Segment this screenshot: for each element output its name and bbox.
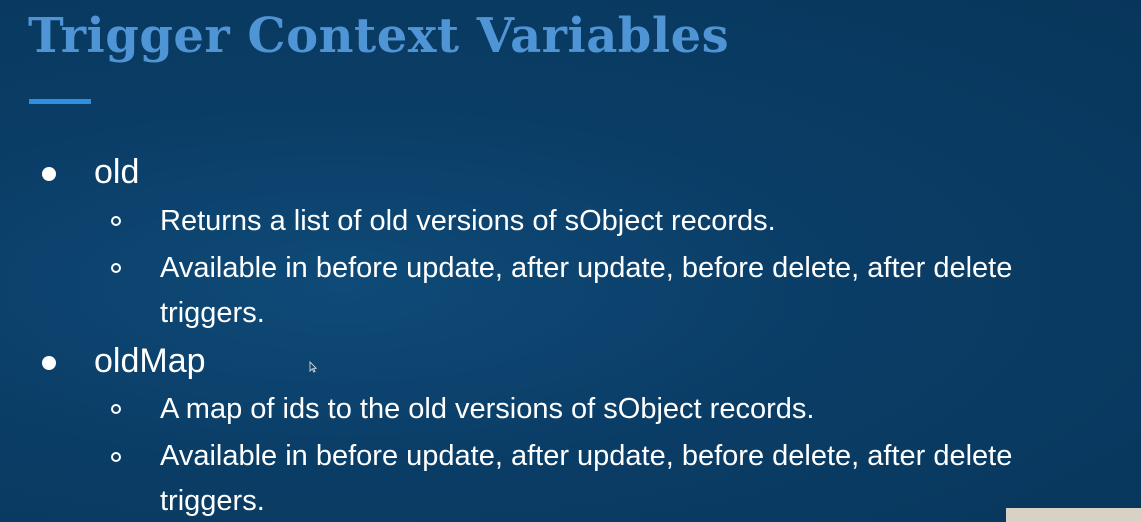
sub-bullet-text-continuation: triggers. — [160, 485, 265, 517]
sub-bullet-text: A map of ids to the old versions of sObj… — [160, 393, 815, 425]
sub-bullet-text: Returns a list of old versions of sObjec… — [160, 205, 776, 237]
corner-overlay-tab — [1006, 508, 1141, 522]
title-accent-underline — [29, 99, 91, 104]
bullet-term-oldmap: oldMap — [94, 342, 206, 380]
slide-title: Trigger Context Variables — [28, 8, 730, 64]
bullet-dot-icon — [42, 167, 56, 181]
sub-bullet-circle-icon — [111, 216, 121, 226]
sub-bullet-circle-icon — [111, 452, 121, 462]
sub-bullet-circle-icon — [111, 263, 121, 273]
bullet-dot-icon — [42, 356, 56, 370]
sub-bullet-text: Available in before update, after update… — [160, 440, 1013, 472]
sub-bullet-text-continuation: triggers. — [160, 297, 265, 329]
presentation-slide: Trigger Context Variables old Returns a … — [0, 0, 1141, 522]
sub-bullet-text: Available in before update, after update… — [160, 252, 1013, 284]
mouse-cursor-icon — [309, 361, 317, 373]
bullet-term-old: old — [94, 153, 140, 191]
sub-bullet-circle-icon — [111, 404, 121, 414]
